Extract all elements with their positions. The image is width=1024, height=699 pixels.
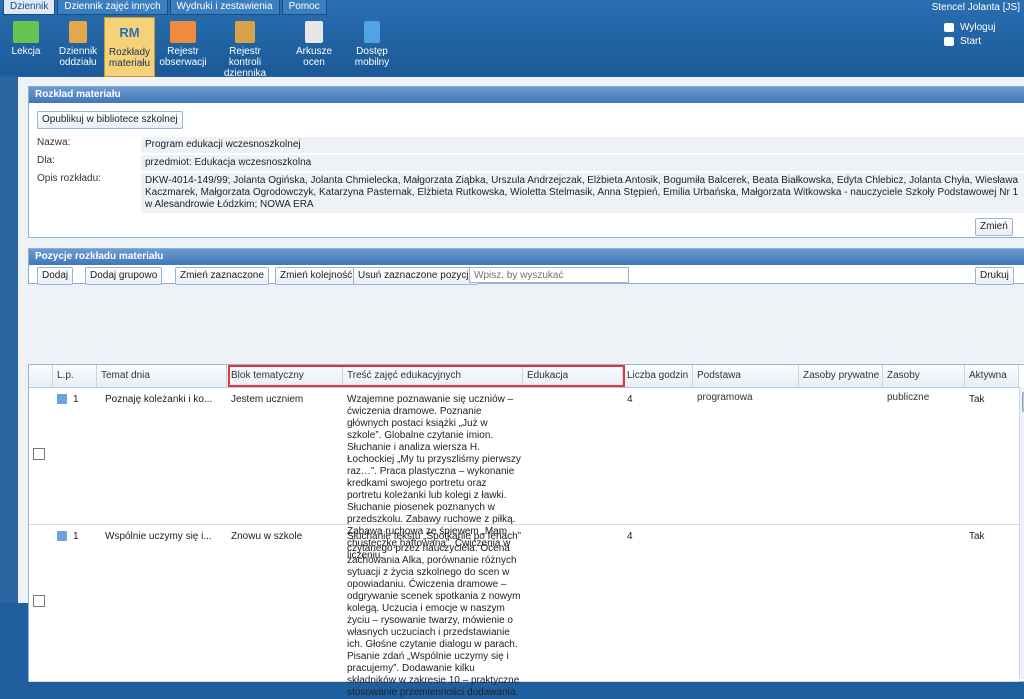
- col-aktywna[interactable]: Aktywna: [965, 365, 1019, 387]
- edit-icon[interactable]: [57, 531, 67, 541]
- select-all-checkbox[interactable]: [29, 365, 53, 387]
- cell-aktywna: Tak: [969, 394, 985, 405]
- items-grid: L.p. Temat dnia Blok tematyczny Treść za…: [28, 364, 1024, 698]
- menu-tab-dziennik-zajec-innych[interactable]: Dziennik zajęć innych: [57, 0, 168, 15]
- delete-selected-button[interactable]: Usuń zaznaczone pozycje: [353, 267, 480, 285]
- cell-godziny: 4: [627, 531, 633, 542]
- toolbar-rozklady-materialu[interactable]: RM Rozkłady materiału: [104, 17, 155, 77]
- document-icon: [305, 21, 323, 43]
- change-order-button[interactable]: Zmień kolejność: [275, 267, 358, 285]
- cell-lp: 1: [73, 394, 79, 405]
- row-checkbox[interactable]: [33, 448, 45, 460]
- add-button[interactable]: Dodaj: [37, 267, 74, 285]
- menu-tab-wydruki[interactable]: Wydruki i zestawienia: [169, 0, 280, 15]
- right-links: Wyloguj Start: [944, 20, 995, 48]
- lesson-icon: [13, 21, 39, 43]
- top-bar: Dziennik Dziennik zajęć innych Wydruki i…: [0, 0, 1024, 79]
- toolbar-dostep-mobilny[interactable]: Dostęp mobilny: [350, 17, 394, 75]
- col-lp[interactable]: L.p.: [53, 365, 97, 387]
- checklist-icon: [235, 21, 255, 43]
- print-button[interactable]: Drukuj: [975, 267, 1014, 285]
- toolbar-rejestr-obserwacji[interactable]: Rejestr obserwacji: [158, 17, 208, 75]
- dla-value: przedmiot: Edukacja wczesnoszkolna: [141, 155, 1024, 171]
- menu-tab-dziennik[interactable]: Dziennik: [3, 0, 56, 15]
- dla-label: Dla:: [37, 155, 55, 166]
- toolbar-label: Rozkłady materiału: [108, 47, 151, 69]
- cell-tresc: Słuchanie tekstu „Spotkanie po feriach” …: [347, 531, 521, 698]
- publish-button[interactable]: Opublikuj w bibliotece szkolnej: [37, 111, 183, 129]
- toolbar-label: Rejestr kontroli dziennika: [223, 46, 267, 79]
- opis-label: Opis rozkładu:: [37, 173, 101, 184]
- col-zasoby-publiczne[interactable]: Zasoby publiczne: [883, 365, 965, 403]
- content-area: Rozkład materiału Opublikuj w bibliotece…: [18, 77, 1024, 698]
- toolbar-label: Dziennik oddziału: [58, 46, 98, 68]
- calendar-icon: [170, 21, 196, 43]
- change-button[interactable]: Zmień: [975, 218, 1013, 236]
- cell-godziny: 4: [627, 394, 633, 405]
- table-row[interactable]: 1 Poznaję koleżanki i ko... Jestem uczni…: [29, 388, 1019, 561]
- search-input[interactable]: [469, 267, 629, 283]
- col-zasoby-prywatne[interactable]: Zasoby prywatne: [799, 365, 883, 387]
- col-podstawa[interactable]: Podstawa programowa: [693, 365, 799, 403]
- table-row[interactable]: 1 Wspólnie uczymy się i... Znowu w szkol…: [29, 525, 1019, 698]
- add-group-button[interactable]: Dodaj grupowo: [85, 267, 163, 285]
- toolbar-rejestr-kontroli[interactable]: Rejestr kontroli dziennika: [212, 17, 278, 79]
- nazwa-value: Program edukacji wczesnoszkolnej: [141, 137, 1024, 153]
- opis-row: Opis rozkładu: DKW-4014-149/99; Jolanta …: [37, 173, 1024, 213]
- cell-blok: Znowu w szkole: [231, 531, 303, 542]
- cell-temat: Wspólnie uczymy się i...: [105, 531, 212, 542]
- toolbar-dziennik-oddzialu[interactable]: Dziennik oddziału: [52, 17, 104, 75]
- mobile-icon: [364, 21, 380, 43]
- vertical-scrollbar[interactable]: [1019, 387, 1024, 679]
- lock-icon: [944, 22, 954, 32]
- left-rail: [0, 77, 18, 603]
- menu-tab-pomoc[interactable]: Pomoc: [281, 0, 327, 15]
- book-icon: [69, 21, 87, 43]
- rozklad-title: Rozkład materiału: [29, 87, 1024, 103]
- user-name: Stencel Jolanta [JS]: [931, 2, 1020, 13]
- toolbar-label: Arkusze ocen: [295, 46, 333, 68]
- menu-tabs: Dziennik Dziennik zajęć innych Wydruki i…: [0, 0, 327, 15]
- cell-lp: 1: [73, 531, 79, 542]
- rozklad-panel: Rozkład materiału Opublikuj w bibliotece…: [28, 86, 1024, 238]
- col-temat-dnia[interactable]: Temat dnia: [97, 365, 227, 387]
- pozycje-title: Pozycje rozkładu materiału: [29, 249, 1024, 265]
- rm-icon: RM: [119, 25, 140, 40]
- nazwa-label: Nazwa:: [37, 137, 71, 148]
- logout-link[interactable]: Wyloguj: [944, 20, 995, 34]
- highlight-box: [228, 365, 625, 387]
- cell-temat: Poznaję koleżanki i ko...: [105, 394, 213, 405]
- toolbar-label: Rejestr obserwacji: [159, 46, 207, 68]
- cell-aktywna: Tak: [969, 531, 985, 542]
- pozycje-header-panel: Pozycje rozkładu materiału Dodaj Dodaj g…: [28, 248, 1024, 285]
- row-checkbox[interactable]: [33, 595, 45, 607]
- home-icon: [944, 36, 954, 46]
- cell-blok: Jestem uczniem: [231, 394, 304, 405]
- edit-icon[interactable]: [57, 394, 67, 404]
- opis-value: DKW-4014-149/99; Jolanta Ogińska, Jolant…: [141, 173, 1024, 213]
- col-liczba-godzin[interactable]: Liczba godzin: [623, 365, 693, 387]
- toolbar-label: Lekcja: [11, 46, 41, 57]
- toolbar-label: Dostęp mobilny: [354, 46, 390, 68]
- nazwa-row: Nazwa: Program edukacji wczesnoszkolnej: [37, 137, 1024, 153]
- toolbar-arkusze-ocen[interactable]: Arkusze ocen: [292, 17, 336, 75]
- change-selected-button[interactable]: Zmień zaznaczone: [175, 267, 269, 285]
- start-link[interactable]: Start: [944, 34, 995, 48]
- grid-header: L.p. Temat dnia Blok tematyczny Treść za…: [29, 365, 1019, 403]
- toolbar-lekcja[interactable]: Lekcja: [6, 17, 46, 75]
- dla-row: Dla: przedmiot: Edukacja wczesnoszkolna: [37, 155, 1024, 171]
